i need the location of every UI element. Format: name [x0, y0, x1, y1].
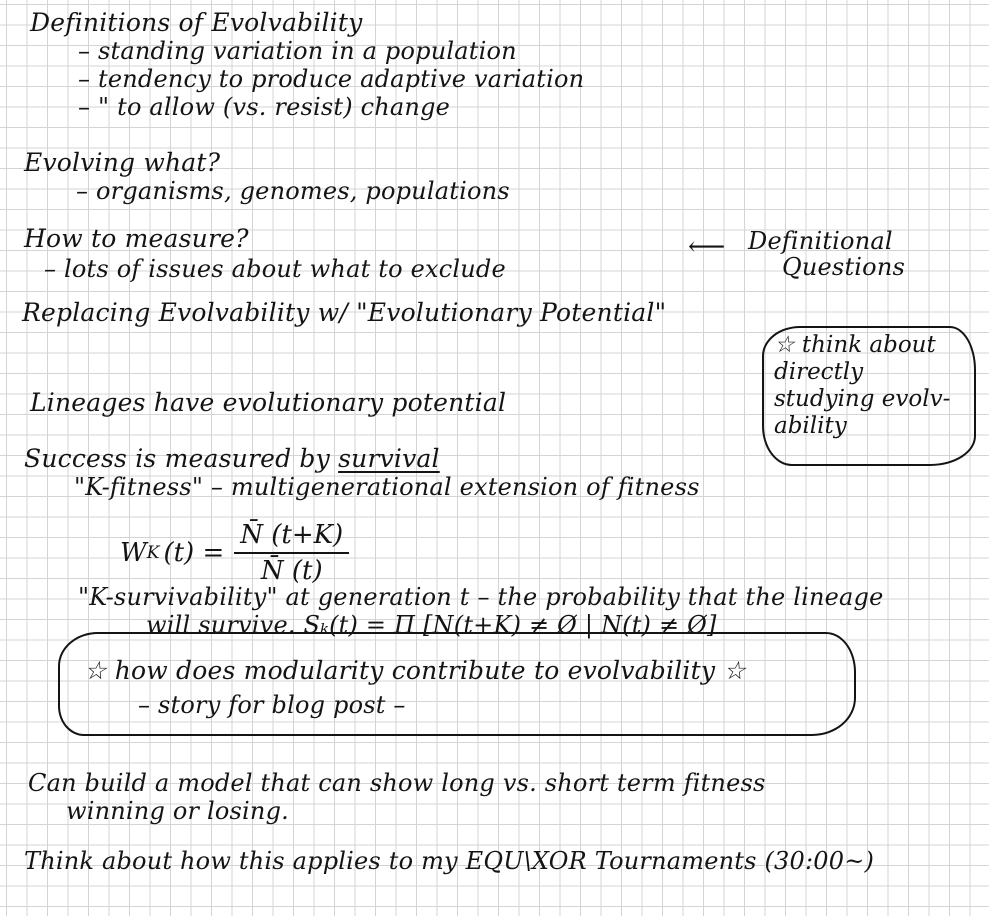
formula-subscript: K: [146, 543, 160, 563]
note-line: – organisms, genomes, populations: [76, 177, 510, 205]
formula-arg: (t) =: [163, 538, 225, 568]
heading-replacing-evolvability: Replacing Evolvability w/ "Evolutionary …: [22, 298, 667, 327]
formula-w: W: [120, 538, 147, 568]
note-line: – tendency to produce adaptive variation: [78, 65, 585, 93]
left-arrow-icon: ⟵: [688, 232, 726, 262]
note-modularity: ☆ how does modularity contribute to evol…: [84, 656, 746, 685]
note-model: Can build a model that can show long vs.…: [28, 769, 766, 797]
formula-fraction: N̄ (t+K) N̄ (t): [234, 520, 350, 586]
note-survival: survival: [338, 444, 440, 473]
formula-numerator: N̄ (t+K): [234, 520, 350, 554]
thought-bubble-text: ☆ think about directly studying evolv- a…: [774, 332, 951, 439]
note-blog-post: – story for blog post –: [138, 691, 406, 719]
heading-definitions: Definitions of Evolvability: [30, 8, 363, 37]
note-k-fitness: "K-fitness" – multigenerational extensio…: [74, 473, 700, 501]
note-success: Success is measured by survival: [24, 444, 440, 474]
note-line: – standing variation in a population: [78, 37, 517, 65]
note-line: – " to allow (vs. resist) change: [78, 93, 451, 121]
k-fitness-formula: WK (t) = N̄ (t+K) N̄ (t): [120, 520, 350, 586]
note-success-text: Success is measured by: [24, 444, 339, 473]
note-lineages: Lineages have evolutionary potential: [30, 388, 507, 417]
heading-evolving-what: Evolving what?: [24, 148, 221, 177]
notes-page: Definitions of Evolvability – standing v…: [0, 0, 989, 916]
note-winning-losing: winning or losing.: [66, 797, 289, 825]
note-k-survivability: "K-survivability" at generation t – the …: [78, 583, 884, 611]
note-tournaments: Think about how this applies to my EQU\X…: [24, 847, 875, 875]
note-line: – lots of issues about what to exclude: [44, 255, 506, 283]
heading-how-to-measure: How to measure?: [24, 224, 249, 253]
side-note-questions: Questions: [782, 253, 905, 281]
